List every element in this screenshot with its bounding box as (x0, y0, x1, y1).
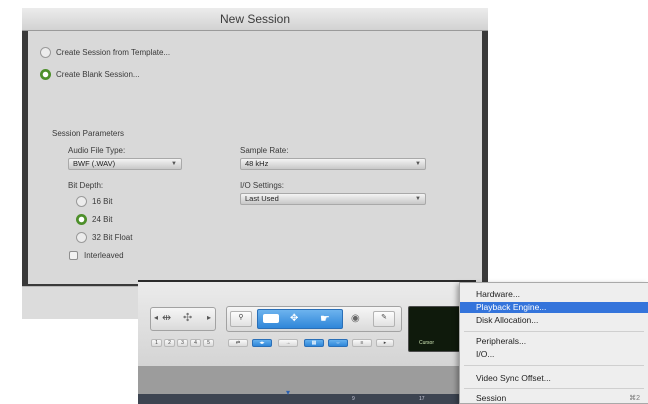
menu-item-disk-allocation[interactable]: Disk Allocation... (460, 315, 648, 326)
trim-tool-icon[interactable] (263, 314, 279, 323)
zoom-presets: 1 2 3 4 5 (151, 339, 217, 349)
io-settings-label: I/O Settings: (240, 181, 285, 190)
menu-item-hardware[interactable]: Hardware... (460, 289, 648, 300)
edit-mode-buttons: ⇄ ◂▸ → ▦ ⇔ ≡ ▸ (228, 339, 400, 349)
bit-depth-32-radio[interactable] (76, 232, 87, 243)
pencil-tool-icon[interactable]: ✎ (373, 311, 395, 327)
vertical-zoom-icon[interactable]: ✣ (183, 311, 192, 324)
setup-menu: Hardware... Playback Engine... Disk Allo… (459, 282, 648, 404)
zoom-controls: ◂ ⇹ ✣ ▸ (150, 307, 216, 331)
interleaved-label[interactable]: Interleaved (84, 251, 124, 260)
shuffle-icon[interactable]: ⇄ (228, 339, 248, 347)
menu-separator (464, 388, 644, 389)
tab-icon[interactable]: ≡ (352, 339, 372, 347)
mirror-icon[interactable]: ▸ (376, 339, 394, 347)
bit-depth-32-label[interactable]: 32 Bit Float (92, 233, 132, 242)
chevron-down-icon: ▼ (171, 161, 177, 167)
menu-item-session[interactable]: Session ⌘2 (460, 393, 648, 404)
sample-rate-label: Sample Rate: (240, 146, 289, 155)
menu-item-playback-engine[interactable]: Playback Engine... (460, 302, 648, 313)
grid-icon[interactable]: ▦ (304, 339, 324, 347)
audio-file-type-select[interactable]: BWF (.WAV) ▼ (68, 158, 182, 170)
io-settings-select[interactable]: Last Used ▼ (240, 193, 426, 205)
new-session-dialog: New Session Create Session from Template… (22, 8, 488, 319)
zoom-preset-4[interactable]: 4 (190, 339, 201, 347)
template-radio[interactable] (40, 47, 51, 58)
audio-file-type-value: BWF (.WAV) (73, 159, 116, 168)
zoom-preset-1[interactable]: 1 (151, 339, 162, 347)
zoom-preset-2[interactable]: 2 (164, 339, 175, 347)
session-parameters-heading: Session Parameters (52, 129, 125, 138)
template-radio-label[interactable]: Create Session from Template... (56, 48, 170, 57)
sample-rate-select[interactable]: 48 kHz ▼ (240, 158, 426, 170)
zoom-out-icon[interactable]: ◂ (154, 313, 158, 322)
menu-item-session-label: Session (476, 393, 507, 403)
blank-session-label[interactable]: Create Blank Session... (56, 70, 140, 79)
link-icon[interactable]: ⇔ (328, 339, 348, 347)
bar-marker-17: 17 (419, 396, 425, 402)
sample-rate-value: 48 kHz (245, 159, 269, 168)
io-settings-value: Last Used (245, 194, 279, 203)
bit-depth-24-label[interactable]: 24 Bit (92, 215, 112, 224)
menu-item-io[interactable]: I/O... (460, 349, 648, 360)
scrubber-tool-icon[interactable]: ◉ (351, 313, 360, 324)
edit-tools: ⚲ ✥ ☛ ◉ ✎ (226, 306, 402, 332)
bar-marker-9: 9 (352, 396, 355, 402)
zoom-preset-5[interactable]: 5 (203, 339, 214, 347)
menu-item-session-shortcut: ⌘2 (629, 395, 640, 402)
zoomer-tool-icon[interactable]: ⚲ (230, 311, 252, 327)
bit-depth-24-radio[interactable] (76, 214, 87, 225)
grabber-tool-icon[interactable]: ☛ (320, 312, 330, 325)
menu-separator (464, 331, 644, 332)
playhead-icon[interactable]: ▾ (286, 388, 290, 397)
counter-cursor-label: Cursor (419, 340, 435, 346)
bit-depth-label: Bit Depth: (68, 181, 104, 190)
menu-item-video-sync-offset[interactable]: Video Sync Offset... (460, 373, 648, 384)
interleaved-checkbox[interactable] (69, 251, 78, 260)
bit-depth-16-label[interactable]: 16 Bit (92, 197, 112, 206)
bit-depth-16-radio[interactable] (76, 196, 87, 207)
dialog-body: Create Session from Template... Create B… (28, 31, 482, 284)
selector-tool-icon[interactable]: ✥ (290, 313, 298, 324)
chevron-down-icon: ▼ (415, 196, 421, 202)
menu-item-peripherals[interactable]: Peripherals... (460, 336, 648, 347)
zoom-in-icon[interactable]: ▸ (207, 313, 211, 322)
slip-icon[interactable]: ◂▸ (252, 339, 272, 347)
dialog-title: New Session (22, 8, 488, 31)
blank-session-radio[interactable] (40, 69, 51, 80)
zoom-preset-3[interactable]: 3 (177, 339, 188, 347)
spot-icon[interactable]: → (278, 339, 298, 347)
audio-file-type-label: Audio File Type: (68, 146, 126, 155)
chevron-down-icon: ▼ (415, 161, 421, 167)
menu-separator (464, 365, 644, 366)
horizontal-zoom-icon[interactable]: ⇹ (162, 311, 171, 324)
